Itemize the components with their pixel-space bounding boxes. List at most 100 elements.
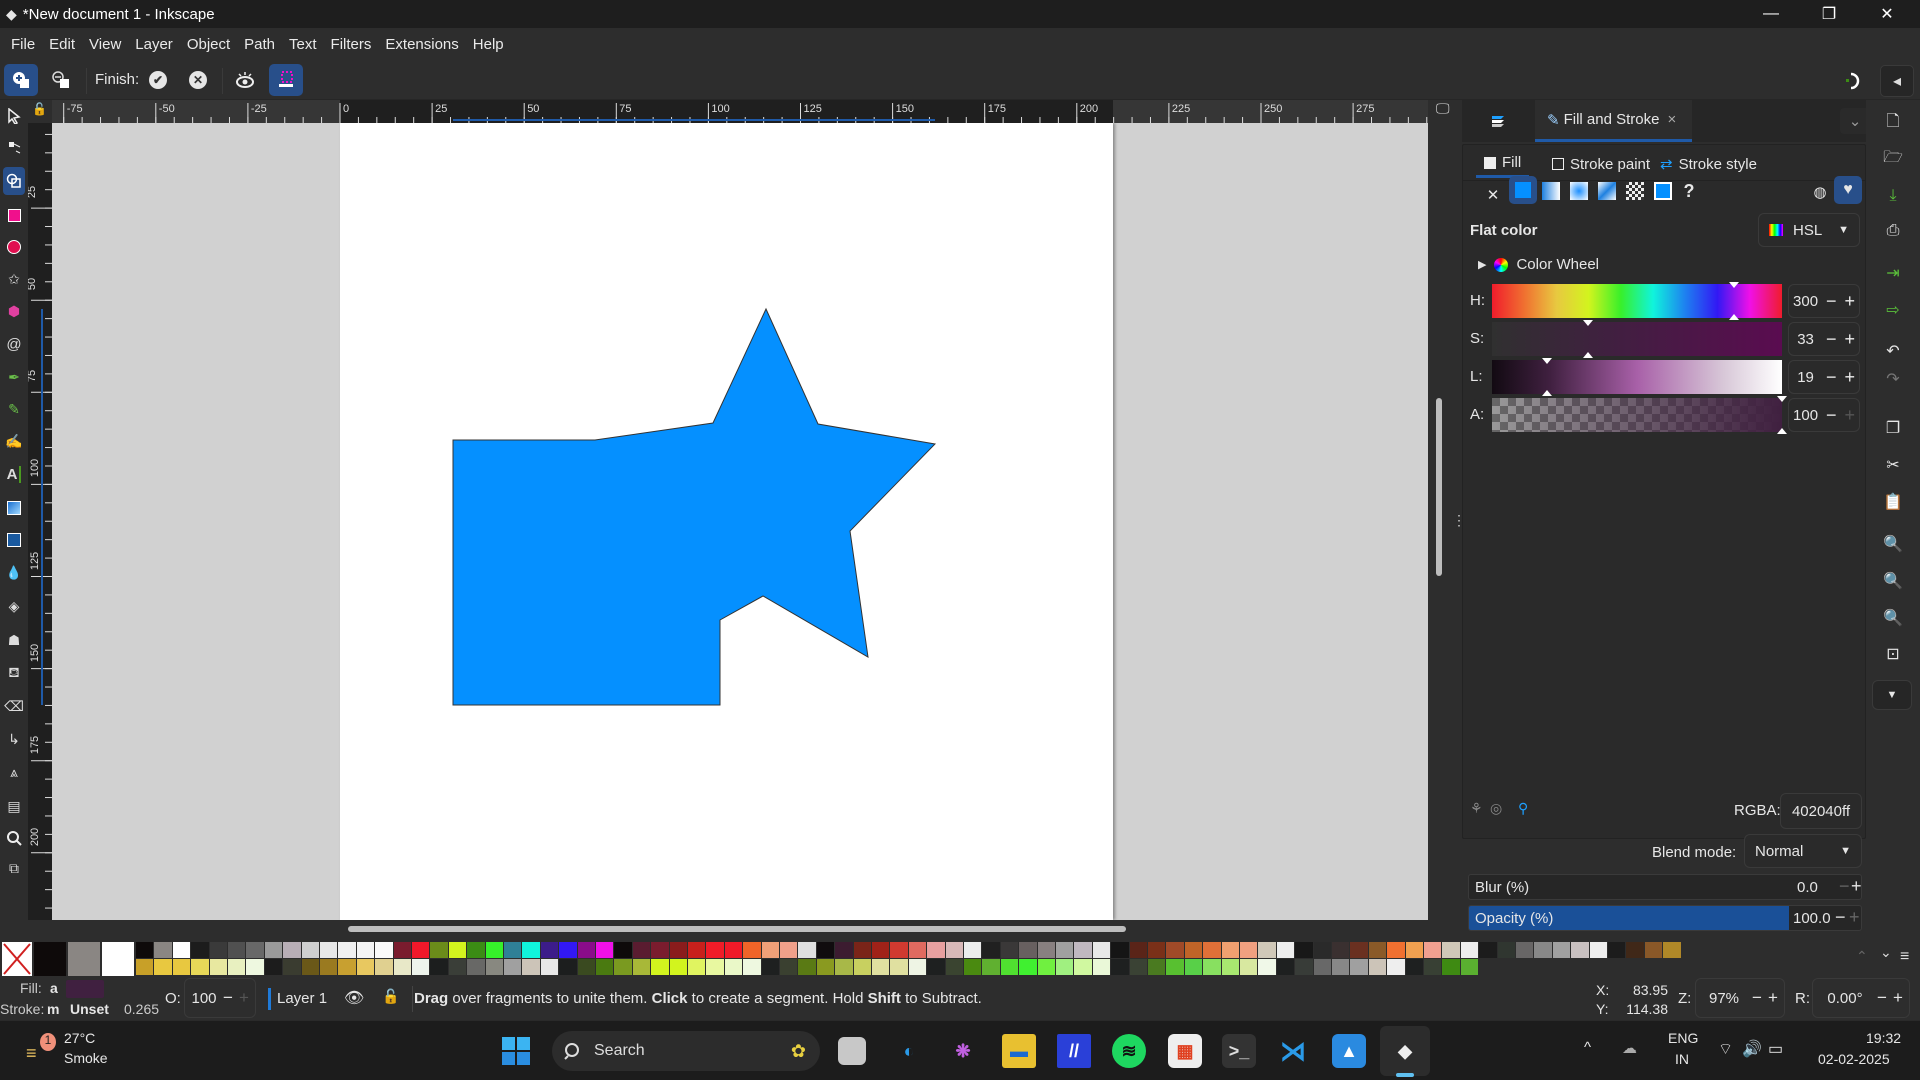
palette-swatch[interactable]	[412, 959, 430, 975]
tool-pages[interactable]: ▤	[3, 794, 25, 818]
color-managed-icon[interactable]: ⚘	[1470, 800, 1483, 817]
palette-swatch[interactable]	[1350, 959, 1368, 975]
vertical-ruler[interactable]: 25 50 75 100 125 150 175 200	[28, 123, 52, 920]
status-opacity-spinner[interactable]: 100 − +	[184, 978, 256, 1018]
palette-swatch[interactable]	[743, 959, 761, 975]
export-button[interactable]: ⇨	[1878, 297, 1908, 323]
slider-marker-top[interactable]	[1542, 358, 1553, 364]
palette-swatch[interactable]	[669, 959, 687, 975]
channel-slider[interactable]	[1492, 396, 1787, 434]
palette-swatch[interactable]	[448, 942, 467, 958]
opacity-decrement[interactable]: −	[1835, 907, 1846, 928]
palette-swatch[interactable]	[596, 942, 614, 958]
tool-pencil[interactable]: ✎	[3, 397, 25, 421]
palette-swatch[interactable]	[780, 959, 798, 975]
palette-swatch[interactable]	[1313, 942, 1331, 958]
terminal-button[interactable]: >_	[1222, 1034, 1256, 1068]
palette-swatch[interactable]	[927, 942, 945, 958]
snap-toggle[interactable]	[1836, 65, 1870, 97]
palette-swatch[interactable]	[1092, 942, 1111, 958]
palette-swatch[interactable]	[1295, 959, 1313, 975]
eyedropper-icon[interactable]: ⚲	[1518, 800, 1528, 817]
palette-swatch[interactable]	[1295, 942, 1313, 958]
clock-date[interactable]: 02-02-2025	[1818, 1051, 1890, 1067]
subtab-stroke-paint[interactable]: Stroke paint	[1552, 150, 1650, 178]
tool-paint-bucket[interactable]: ◈	[3, 594, 25, 618]
palette-swatch[interactable]	[1387, 959, 1405, 975]
fill-rule-evenodd-button[interactable]: ◍	[1810, 182, 1830, 202]
swatch-none[interactable]	[2, 942, 32, 976]
show-hidden-icons[interactable]: ^	[1584, 1039, 1591, 1056]
tool-star[interactable]: ✩	[3, 267, 25, 291]
channel-spinner[interactable]: 33− +	[1788, 322, 1860, 356]
palette-swatch[interactable]	[375, 942, 393, 958]
delete-mode-button[interactable]	[44, 64, 78, 96]
increment-icon[interactable]: +	[1841, 405, 1859, 426]
palette-swatch[interactable]	[1571, 942, 1589, 958]
menu-object[interactable]: Object	[180, 36, 237, 53]
increment-icon[interactable]: +	[239, 988, 255, 1008]
zoom-page-button[interactable]: 🔍	[1878, 605, 1908, 631]
palette-swatch[interactable]	[338, 942, 356, 958]
palette-swatch[interactable]	[559, 959, 577, 975]
united-shape-path[interactable]	[452, 307, 937, 706]
tool-3d-box[interactable]: ⬢	[3, 299, 25, 323]
palette-swatch[interactable]	[191, 959, 209, 975]
finish-cancel-button[interactable]: ✕	[181, 64, 215, 96]
save-button[interactable]: ⤓	[1878, 183, 1908, 209]
palette-swatch[interactable]	[908, 959, 927, 975]
subtab-fill[interactable]: Fill	[1476, 150, 1530, 178]
channel-spinner[interactable]: 19− +	[1788, 360, 1860, 394]
palette-swatch[interactable]	[835, 959, 853, 975]
subtab-stroke-style[interactable]: ⇄ Stroke style	[1660, 150, 1757, 178]
tool-text[interactable]: A	[3, 462, 25, 486]
palette-swatch[interactable]	[688, 959, 706, 975]
weather-widget[interactable]: ≡ 1	[24, 1033, 56, 1067]
palette-swatch[interactable]	[209, 942, 227, 958]
blend-mode-select[interactable]: Normal ▼	[1744, 834, 1862, 868]
layer-visibility-icon[interactable]: 👁	[344, 988, 364, 1008]
tool-calligraphy[interactable]: ✍	[3, 429, 25, 453]
decrement-icon[interactable]: −	[1822, 329, 1840, 350]
slider-marker-bottom[interactable]	[1728, 314, 1739, 320]
copy-button[interactable]: ❐	[1878, 415, 1908, 441]
tab-close-icon[interactable]: ×	[1667, 111, 1676, 128]
palette-swatch[interactable]	[246, 942, 264, 958]
tab-fill-and-stroke[interactable]: ✎ Fill and Stroke ×	[1535, 100, 1692, 142]
palette-swatch[interactable]	[1166, 959, 1184, 975]
palette-swatch[interactable]	[522, 959, 540, 975]
menu-file[interactable]: File	[4, 36, 42, 53]
tool-spiral[interactable]: @	[3, 332, 25, 356]
palette-swatch[interactable]	[706, 942, 724, 958]
onedrive-icon[interactable]: ☁	[1622, 1039, 1637, 1057]
palette-scroll-up[interactable]: ⌃	[1856, 948, 1868, 965]
selection-mode-button[interactable]	[269, 64, 303, 96]
file-explorer-button[interactable]: ▬	[1002, 1034, 1036, 1068]
menu-view[interactable]: View	[82, 36, 128, 53]
palette-swatch[interactable]	[1074, 942, 1092, 958]
palette-swatch[interactable]	[761, 959, 779, 975]
palette-swatch[interactable]	[1276, 959, 1295, 975]
increment-icon[interactable]: +	[1841, 367, 1859, 388]
taskbar-search[interactable]: Search ✿	[552, 1031, 820, 1071]
palette-swatch[interactable]	[301, 942, 319, 958]
rotate-spinner[interactable]: 0.00° − +	[1812, 978, 1910, 1018]
palette-swatch[interactable]	[669, 942, 687, 958]
palette-swatch[interactable]	[1608, 942, 1626, 958]
palette-menu-button[interactable]: ≡	[1900, 948, 1909, 966]
color-wheel-expander[interactable]: ▶ Color Wheel	[1478, 256, 1599, 273]
menu-text[interactable]: Text	[282, 36, 324, 53]
palette-swatch[interactable]	[1332, 942, 1350, 958]
slider-marker-top[interactable]	[1582, 320, 1593, 326]
palette-swatch[interactable]	[632, 959, 651, 975]
palette-swatch[interactable]	[1037, 942, 1055, 958]
palette-swatch[interactable]	[467, 959, 485, 975]
palette-swatch[interactable]	[1442, 942, 1460, 958]
paint-swatch-button[interactable]	[1654, 182, 1672, 200]
decrement-icon[interactable]: −	[1822, 405, 1840, 426]
new-document-button[interactable]: 🗋	[1878, 110, 1908, 136]
palette-swatch[interactable]	[632, 942, 651, 958]
palette-swatch[interactable]	[1221, 942, 1239, 958]
palette-swatch[interactable]	[1111, 959, 1129, 975]
slider-marker-bottom[interactable]	[1542, 390, 1553, 396]
